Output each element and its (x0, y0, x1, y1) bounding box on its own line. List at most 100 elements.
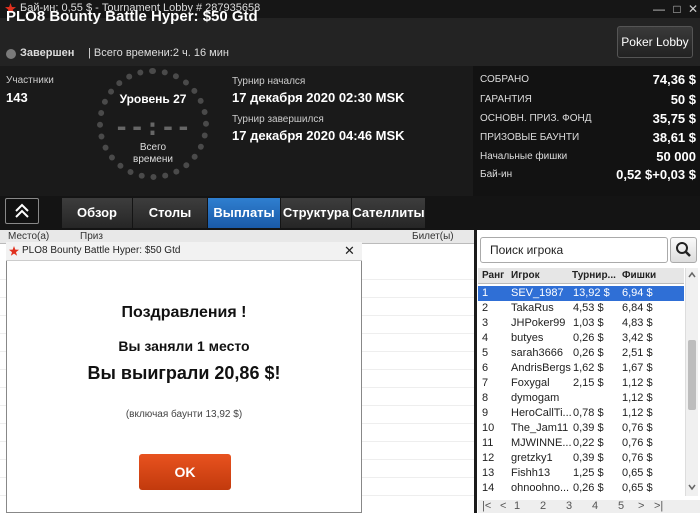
player-row[interactable]: 5 sarah3666 0,26 $ 2,51 $ (478, 346, 684, 361)
player-bounty: 1,25 $ (573, 467, 604, 479)
tab-payouts[interactable]: Выплаты (208, 198, 280, 228)
player-row[interactable]: 7 Foxygal 2,15 $ 1,12 $ (478, 376, 684, 391)
close-icon[interactable]: ✕ (684, 0, 700, 18)
player-rank: 13 (482, 467, 495, 479)
col-prize[interactable]: Приз (80, 231, 103, 242)
player-chips: 6,84 $ (622, 302, 653, 314)
tab-overview[interactable]: Обзор (62, 198, 132, 228)
player-name: HeroCallTi... (511, 407, 571, 419)
tab-structure[interactable]: Структура (281, 198, 351, 228)
tab-tables[interactable]: Столы (133, 198, 207, 228)
player-bounty: 0,78 $ (573, 407, 604, 419)
col-player[interactable]: Игрок (511, 270, 540, 281)
player-row[interactable]: 14 ohnoohno... 0,26 $ 0,65 $ (478, 481, 684, 496)
stat-value: 38,61 $ (652, 130, 696, 145)
clock-caption-line-1: Всего (139, 142, 167, 153)
player-rank: 8 (482, 392, 489, 404)
player-name: MJWINNE... (511, 437, 571, 449)
level-label: Уровень 27 (119, 92, 187, 106)
player-row[interactable]: 8 dymogam 1,12 $ (478, 391, 684, 406)
player-row[interactable]: 12 gretzky1 0,39 $ 0,76 $ (478, 451, 684, 466)
col-bounty[interactable]: Турнир... (572, 270, 616, 281)
clock-digits: --:-- (114, 113, 192, 141)
col-chips[interactable]: Фишки (622, 270, 656, 281)
player-rank: 4 (482, 332, 489, 344)
page-link[interactable]: 2 (540, 500, 546, 512)
stat-value: 50 000 (656, 149, 696, 164)
player-name: JHPoker99 (511, 317, 566, 329)
player-name: The_Jam11 (511, 422, 569, 434)
player-chips: 0,76 $ (622, 452, 653, 464)
stat-label: ПРИЗОВЫЕ БАУНТИ (480, 132, 580, 143)
player-bounty: 4,53 $ (573, 302, 604, 314)
player-chips: 0,76 $ (622, 422, 653, 434)
col-place[interactable]: Место(а) (8, 231, 49, 242)
player-search-input[interactable]: Поиск игрока (480, 237, 668, 263)
search-button[interactable] (670, 237, 697, 263)
stat-value: 0,52 $+0,03 $ (616, 167, 696, 182)
player-rank: 7 (482, 377, 489, 389)
ended-label: Турнир завершился (232, 114, 324, 125)
search-icon (676, 242, 691, 257)
page-link[interactable]: 5 (618, 500, 624, 512)
participants-count: 143 (6, 90, 28, 105)
player-row[interactable]: 10 The_Jam11 0,39 $ 0,76 $ (478, 421, 684, 436)
player-bounty: 0,26 $ (573, 332, 604, 344)
scroll-down-icon[interactable] (687, 482, 697, 492)
scroll-up-icon[interactable] (687, 270, 697, 280)
player-chips: 0,65 $ (622, 482, 653, 494)
player-row[interactable]: 2 TakaRus 4,53 $ 6,84 $ (478, 301, 684, 316)
player-bounty: 0,22 $ (573, 437, 604, 449)
status-text: Завершен (20, 47, 75, 59)
minimize-icon[interactable]: — (650, 0, 668, 18)
stat-label: Начальные фишки (480, 151, 568, 162)
player-chips: 1,12 $ (622, 392, 653, 404)
player-bounty: 1,03 $ (573, 317, 604, 329)
player-row[interactable]: 11 MJWINNE... 0,22 $ 0,76 $ (478, 436, 684, 451)
dialog-title: PLO8 Bounty Battle Hyper: $50 Gtd (22, 245, 181, 256)
player-row[interactable]: 3 JHPoker99 1,03 $ 4,83 $ (478, 316, 684, 331)
player-rank: 11 (482, 437, 494, 449)
page-link[interactable]: 3 (566, 500, 572, 512)
player-bounty: 0,26 $ (573, 347, 604, 359)
double-chevron-up-icon (15, 203, 29, 218)
pokerstars-logo-icon (9, 246, 19, 256)
next-page-icon[interactable]: > (638, 500, 644, 512)
player-chips: 1,12 $ (622, 377, 653, 389)
status-dot-icon (6, 49, 16, 59)
player-name: SEV_1987 (511, 287, 564, 299)
first-page-icon[interactable]: |< (482, 500, 491, 512)
player-rank: 5 (482, 347, 489, 359)
dialog-close-icon[interactable]: ✕ (344, 243, 355, 259)
stat-value: 50 $ (670, 92, 696, 107)
player-row[interactable]: 6 AndrisBergs 1,62 $ 1,67 $ (478, 361, 684, 376)
player-chips: 2,51 $ (622, 347, 653, 359)
col-rank[interactable]: Ранг (482, 270, 504, 281)
player-bounty: 0,39 $ (573, 422, 604, 434)
collapse-button[interactable] (5, 198, 39, 224)
player-rank: 10 (482, 422, 495, 434)
player-row[interactable]: 4 butyes 0,26 $ 3,42 $ (478, 331, 684, 346)
clock-caption: Всего времени (110, 142, 196, 166)
player-row[interactable]: 13 Fishh13 1,25 $ 0,65 $ (478, 466, 684, 481)
ended-value: 17 декабря 2020 04:46 MSK (232, 128, 405, 143)
last-page-icon[interactable]: >| (654, 500, 663, 512)
prev-page-icon[interactable]: < (500, 500, 506, 512)
players-pager: |< < 1 2 3 4 5 > >| (478, 500, 700, 513)
tab-satellites[interactable]: Сателлиты (352, 198, 425, 228)
page-link[interactable]: 1 (514, 500, 520, 512)
scroll-thumb[interactable] (688, 340, 696, 410)
poker-lobby-button[interactable]: Poker Lobby (617, 26, 693, 58)
place-text: Вы заняли 1 место (118, 338, 250, 354)
players-scrollbar[interactable] (685, 268, 698, 496)
player-rank: 1 (482, 287, 489, 299)
players-table-header: Ранг Игрок Турнир... Фишки (478, 268, 684, 284)
player-row[interactable]: 9 HeroCallTi... 0,78 $ 1,12 $ (478, 406, 684, 421)
dialog-title-bar: PLO8 Bounty Battle Hyper: $50 Gtd ✕ (6, 242, 362, 261)
total-time: | Всего времени:2 ч. 16 мин (88, 47, 229, 59)
player-row[interactable]: 1 SEV_1987 13,92 $ 6,94 $ (478, 286, 684, 301)
ok-button[interactable]: OK (139, 454, 231, 490)
col-ticket[interactable]: Билет(ы) (412, 231, 454, 242)
page-link[interactable]: 4 (592, 500, 598, 512)
stat-value: 74,36 $ (652, 72, 696, 87)
